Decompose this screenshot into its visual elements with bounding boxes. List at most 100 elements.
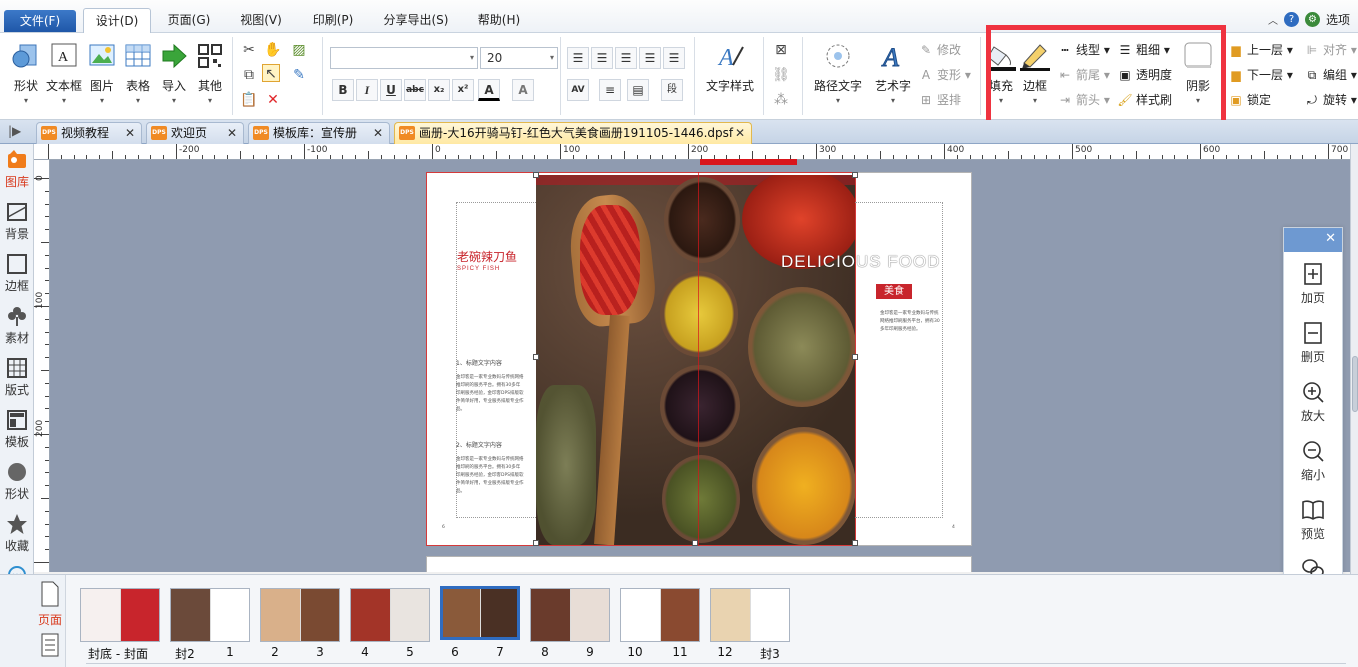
bold-button[interactable]: B xyxy=(332,79,354,101)
list-button[interactable]: ▤ xyxy=(627,79,649,101)
scroll-thumb[interactable] xyxy=(1352,356,1358,412)
resize-handle[interactable] xyxy=(852,354,858,360)
line-spacing-button[interactable]: ≡ xyxy=(599,79,621,101)
preview-button[interactable]: 预览 xyxy=(1284,492,1342,546)
import-button[interactable]: 导入 ▾ xyxy=(154,41,194,113)
unlink-icon[interactable]: ⁂ xyxy=(772,91,790,109)
resize-handle[interactable] xyxy=(852,172,858,178)
close-icon[interactable]: ✕ xyxy=(1325,231,1336,246)
page-thumbnail[interactable] xyxy=(710,588,790,642)
paragraph-button[interactable]: 段 xyxy=(661,79,683,101)
menu-tab-view[interactable]: 视图(V) xyxy=(230,9,292,32)
insert-shape-button[interactable]: 形状 ▾ xyxy=(6,41,46,113)
copy-icon[interactable]: ⧉ xyxy=(240,66,258,84)
arrow-tail-button[interactable]: ⇤ 箭尾 ▾ xyxy=(1057,66,1110,84)
font-effect-button[interactable]: A xyxy=(512,79,534,101)
path-text-button[interactable]: 路径文字 ▾ xyxy=(810,41,866,113)
link-icon[interactable]: ⛓ xyxy=(772,66,790,84)
bring-forward-button[interactable]: ▆ 上一层 ▾ xyxy=(1228,41,1292,59)
font-name-select[interactable]: ▾ xyxy=(330,47,478,69)
italic-button[interactable]: I xyxy=(356,79,378,101)
art-transform-button[interactable]: A 变形 ▾ xyxy=(918,66,971,84)
frame-pick-icon[interactable]: ⊠ xyxy=(772,41,790,59)
close-icon[interactable]: ✕ xyxy=(227,123,237,143)
superscript-button[interactable]: x² xyxy=(452,79,474,101)
pointer-icon[interactable]: ↖ xyxy=(262,64,280,82)
add-page-button[interactable]: 加页 xyxy=(1284,256,1342,310)
menu-tab-help[interactable]: 帮助(H) xyxy=(468,9,530,32)
align-left-button[interactable]: ☰ xyxy=(567,47,589,69)
zoom-in-button[interactable]: 放大 xyxy=(1284,374,1342,428)
page-thumbnail[interactable] xyxy=(530,588,610,642)
thumbnail-scrollbar[interactable] xyxy=(86,663,1346,667)
delete-icon[interactable]: ✕ xyxy=(264,91,282,109)
close-icon[interactable]: ✕ xyxy=(125,123,135,143)
collapse-panel-icon[interactable]: |▶ xyxy=(8,124,21,138)
page-thumbnail[interactable] xyxy=(620,588,700,642)
fill-button[interactable]: 填充 ▾ xyxy=(986,41,1016,113)
font-size-select[interactable]: 20 ▾ xyxy=(480,47,558,69)
spice-photo[interactable] xyxy=(536,175,855,545)
resize-handle[interactable] xyxy=(852,540,858,546)
line-type-button[interactable]: ┅ 线型 ▾ xyxy=(1057,41,1109,59)
resize-handle[interactable] xyxy=(533,172,539,178)
page-panel-label[interactable]: 页面 xyxy=(38,611,62,628)
delete-page-button[interactable]: 删页 xyxy=(1284,315,1342,369)
menu-tab-print[interactable]: 印刷(P) xyxy=(302,9,364,32)
page-thumbnail[interactable] xyxy=(80,588,160,642)
sidebar-item-shapes[interactable]: 形状 xyxy=(0,458,34,510)
page-thumbnail[interactable] xyxy=(170,588,250,642)
options-label[interactable]: 选项 xyxy=(1326,11,1350,28)
align-button[interactable]: ⊫ 对齐 ▾ xyxy=(1304,41,1357,59)
page-thumbnail[interactable] xyxy=(440,586,520,640)
food-tag[interactable]: 美食 xyxy=(876,284,912,299)
vertical-scrollbar[interactable] xyxy=(1350,144,1358,574)
strikethrough-button[interactable]: abc xyxy=(404,79,426,101)
resize-handle[interactable] xyxy=(692,540,698,546)
align-justify-button[interactable]: ☰ xyxy=(639,47,661,69)
subscript-button[interactable]: x₂ xyxy=(428,79,450,101)
sidebar-item-templates[interactable]: 模板 xyxy=(0,406,34,458)
zoom-out-button[interactable]: 缩小 xyxy=(1284,433,1342,487)
options-gear-icon[interactable]: ⚙ xyxy=(1304,12,1320,27)
page-thumbnail[interactable] xyxy=(350,588,430,642)
sidebar-item-layout[interactable]: 版式 xyxy=(0,354,34,406)
other-button[interactable]: 其他 ▾ xyxy=(190,41,230,113)
close-icon[interactable]: ✕ xyxy=(735,123,745,143)
group-button[interactable]: ⧉ 编组 ▾ xyxy=(1304,66,1357,84)
magic-wand-icon[interactable]: ✎ xyxy=(290,66,308,84)
menu-tab-page[interactable]: 页面(G) xyxy=(158,9,220,32)
page-thumbnail[interactable] xyxy=(260,588,340,642)
align-distribute-button[interactable]: ☰ xyxy=(663,47,685,69)
art-modify-button[interactable]: ✎ 修改 xyxy=(918,41,961,59)
send-backward-button[interactable]: ▆ 下一层 ▾ xyxy=(1228,66,1292,84)
art-vertical-button[interactable]: ⊞ 竖排 xyxy=(918,91,961,109)
sidebar-item-border[interactable]: 边框 xyxy=(0,250,34,302)
resize-handle[interactable] xyxy=(533,540,539,546)
char-spacing-button[interactable]: AV xyxy=(567,79,589,101)
hand-icon[interactable]: ✋ xyxy=(264,41,282,59)
rotate-button[interactable]: ⤾ 旋转 ▾ xyxy=(1304,91,1357,109)
doc-tab-template-library[interactable]: DPS 模板库：宣传册 ✕ xyxy=(248,122,390,144)
transparency-button[interactable]: ▣ 透明度 xyxy=(1117,66,1172,84)
font-color-button[interactable]: A xyxy=(478,79,500,101)
resize-handle[interactable] xyxy=(533,354,539,360)
text-style-button[interactable]: A 文字样式 xyxy=(703,41,757,113)
shadow-button[interactable]: 阴影 ▾ xyxy=(1181,41,1215,113)
menu-tab-design[interactable]: 设计(D) xyxy=(83,8,151,34)
doc-tab-welcome[interactable]: DPS 欢迎页 ✕ xyxy=(146,122,244,144)
lock-button[interactable]: ▣ 锁定 xyxy=(1228,91,1271,109)
menu-tab-share-export[interactable]: 分享导出(S) xyxy=(376,9,456,32)
format-painter-button[interactable]: 🖌 样式刷 xyxy=(1117,91,1172,109)
headline-text[interactable]: DELICIOUS FOOD xyxy=(781,252,940,272)
border-button[interactable]: 边框 ▾ xyxy=(1018,41,1052,113)
help-icon[interactable]: ? xyxy=(1283,12,1299,27)
cut-icon[interactable]: ✂ xyxy=(240,41,258,59)
align-center-button[interactable]: ☰ xyxy=(591,47,613,69)
insert-table-button[interactable]: 表格 ▾ xyxy=(118,41,158,113)
art-text-button[interactable]: A 艺术字 ▾ xyxy=(870,41,916,113)
doc-tab-video-tutorial[interactable]: DPS 视频教程 ✕ xyxy=(36,122,142,144)
line-weight-button[interactable]: ☰ 粗细 ▾ xyxy=(1117,41,1170,59)
sidebar-item-favorites[interactable]: 收藏 xyxy=(0,510,34,562)
sidebar-item-materials[interactable]: 素材 xyxy=(0,302,34,354)
